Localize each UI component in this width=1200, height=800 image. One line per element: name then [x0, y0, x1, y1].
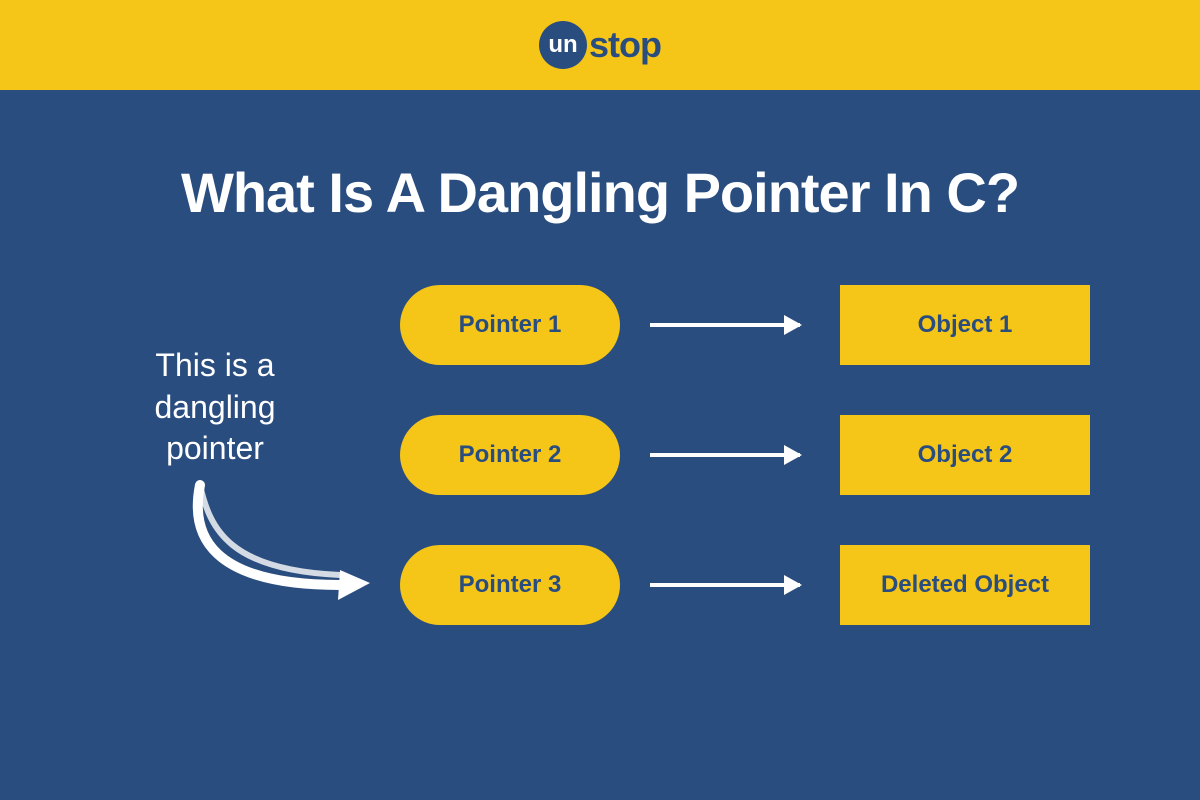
logo-rest-text: stop — [589, 24, 661, 66]
object-label-3: Deleted Object — [881, 571, 1049, 599]
arrow-2 — [650, 453, 800, 457]
logo-circle: un — [539, 21, 587, 69]
pointer-box-3: Pointer 3 — [400, 545, 620, 625]
pointer-label-3: Pointer 3 — [459, 571, 562, 599]
object-box-1: Object 1 — [840, 285, 1090, 365]
pointer-label-1: Pointer 1 — [459, 311, 562, 339]
page-title: What Is A Dangling Pointer In C? — [0, 160, 1200, 225]
arrow-1 — [650, 323, 800, 327]
header-bar: un stop — [0, 0, 1200, 90]
pointer-label-2: Pointer 2 — [459, 441, 562, 469]
arrow-3 — [650, 583, 800, 587]
curvy-arrow-icon — [160, 475, 400, 625]
object-box-3: Deleted Object — [840, 545, 1090, 625]
logo: un stop — [539, 21, 661, 69]
pointer-box-2: Pointer 2 — [400, 415, 620, 495]
pointer-box-1: Pointer 1 — [400, 285, 620, 365]
logo-circle-text: un — [548, 31, 577, 59]
diagram-area: Pointer 1 Object 1 Pointer 2 Object 2 Po… — [0, 225, 1200, 785]
dangling-annotation: This is a dangling pointer — [110, 345, 320, 470]
object-label-1: Object 1 — [918, 311, 1013, 339]
object-box-2: Object 2 — [840, 415, 1090, 495]
object-label-2: Object 2 — [918, 441, 1013, 469]
